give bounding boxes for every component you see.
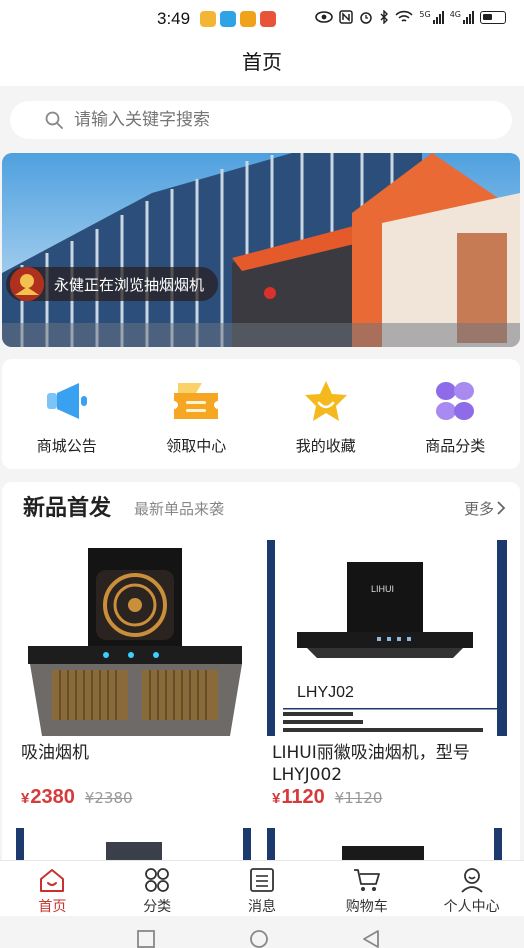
banner-image [2,153,520,347]
ticket-icon [174,383,219,419]
signal-5g-icon [432,10,444,24]
battery-icon [480,10,506,24]
search-box[interactable] [10,101,512,139]
product-card-peek[interactable] [267,828,502,862]
quick-item-coupon-center[interactable]: 领取中心 [132,359,262,469]
message-icon [250,868,274,892]
product-name: 吸油烟机 [21,743,89,763]
grid-icon [145,868,170,892]
system-nav-bar [0,916,524,948]
quick-label: 我的收藏 [295,437,356,455]
product-prices: ¥1120 ¥1120 [272,786,382,809]
chevron-right-icon[interactable] [496,501,506,515]
bluetooth-icon [380,10,389,24]
nfc-icon [339,10,354,24]
nav-bar: 首页 [0,40,524,86]
star-icon [304,381,347,421]
home-icon [40,869,65,892]
cart-icon [353,869,380,891]
quick-label: 商品分类 [425,437,486,455]
quick-item-categories[interactable]: 商品分类 [391,359,521,469]
status-time: 3:49 [157,9,191,28]
status-app-icons [200,11,276,27]
tab-label: 个人中心 [443,899,500,915]
user-avatar [10,267,44,301]
section-title: 新品首发 [23,496,112,521]
status-indicators: 5G 4G [315,10,506,24]
search-app-icon [220,11,236,27]
tab-label: 消息 [247,899,276,915]
product-original-price: ¥2380 [84,789,133,807]
mail-app-icon [200,11,216,27]
product-card[interactable]: LIHUI LHYJ02 LIHUI丽徽吸油烟机，型号LHYJ002 ¥1120… [267,540,507,808]
wifi-icon [395,10,413,22]
tab-label: 首页 [38,899,67,915]
status-bar: 3:49 5G 4G [0,0,524,40]
product-image: LIHUI LHYJ02 [267,540,507,736]
folder-app-icon [240,11,256,27]
tab-home[interactable]: 首页 [0,861,105,916]
quick-item-favorites[interactable]: 我的收藏 [261,359,391,469]
signal-4g-icon [463,10,474,24]
category-icon [436,382,475,420]
more-link[interactable]: 更多 [464,498,494,519]
back-triangle-icon[interactable] [360,928,382,948]
eye-icon [315,11,334,23]
bottom-tab-bar: 首页 分类 消息 购物车 个人中心 [0,860,524,916]
product-image [16,540,256,736]
quick-item-announcement[interactable]: 商城公告 [2,359,132,469]
product-price: ¥2380 [21,786,75,808]
megaphone-icon [46,383,87,419]
quick-label: 商城公告 [36,437,97,455]
network-4g-label: 4G [449,10,461,19]
page-title: 首页 [242,50,282,74]
tab-label: 购物车 [345,899,388,915]
banner-carousel[interactable]: 永健正在浏览抽烟烟机 [2,153,520,347]
alarm-icon [360,12,373,24]
product-card[interactable]: 吸油烟机 ¥2380 ¥2380 [16,540,256,808]
profile-icon [460,868,483,893]
product-original-price: ¥1120 [334,789,383,807]
new-products-section: 新品首发 最新单品来袭 更多 吸油烟机 ¥2380 ¥2380 LIHUI LH… [2,482,520,862]
tab-label: 分类 [143,899,172,915]
quick-menu: 商城公告 领取中心 我的收藏 商品分类 [2,359,520,469]
search-icon [45,111,63,129]
product-card-peek[interactable] [16,828,251,862]
tab-messages[interactable]: 消息 [210,861,315,916]
section-subtitle: 最新单品来袭 [134,500,225,518]
home-circle-icon[interactable] [248,928,270,948]
product-name: LIHUI丽徽吸油烟机，型号LHYJ002 [272,743,470,785]
search-input[interactable] [74,110,474,130]
recent-apps-icon[interactable] [135,928,157,948]
tab-cart[interactable]: 购物车 [314,861,419,916]
toast-text: 永健正在浏览抽烟烟机 [54,275,205,294]
quick-label: 领取中心 [166,437,227,455]
tab-categories[interactable]: 分类 [105,861,210,916]
product-prices: ¥2380 ¥2380 [21,786,133,809]
product-image-model: LHYJ02 [297,684,354,701]
network-5g-label: 5G [419,10,431,19]
search-area [0,86,524,152]
game-app-icon [260,11,276,27]
product-price: ¥1120 [272,786,325,808]
product-image-brand: LIHUI [371,584,395,594]
browsing-toast: 永健正在浏览抽烟烟机 [6,267,219,301]
tab-profile[interactable]: 个人中心 [419,861,524,916]
